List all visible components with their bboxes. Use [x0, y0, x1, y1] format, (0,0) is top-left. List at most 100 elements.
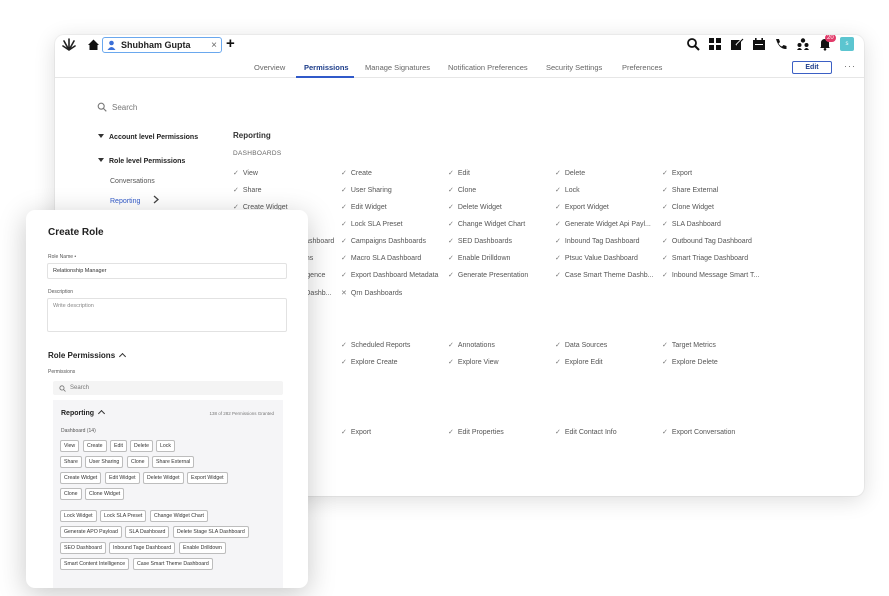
avatar[interactable]: s — [840, 37, 854, 51]
search-icon[interactable] — [686, 37, 700, 51]
permission-chip[interactable]: Clone — [60, 488, 82, 500]
permission-item[interactable]: ✓ Share — [233, 186, 262, 194]
sidebar-account-level[interactable]: Account level Permissions — [98, 134, 198, 141]
permission-item[interactable]: ✓ Inbound Message Smart T... — [662, 271, 759, 279]
permission-item[interactable]: ✓ View — [233, 169, 258, 177]
tab-permissions[interactable]: Permissions — [304, 63, 349, 72]
permission-chip[interactable]: Edit Widget — [105, 472, 140, 484]
permission-item[interactable]: ✓ Scheduled Reports — [341, 341, 410, 349]
permission-chip[interactable]: Enable Drilldown — [179, 542, 226, 554]
team-icon[interactable] — [796, 37, 810, 51]
permission-item[interactable]: ✓ Annotations — [448, 341, 495, 349]
permission-item[interactable]: ✓ Change Widget Chart — [448, 220, 525, 228]
permission-item[interactable]: ✓ Create — [341, 169, 372, 177]
permission-chip[interactable]: Generate APO Payload — [60, 526, 122, 538]
sidebar-item-reporting[interactable]: Reporting — [110, 195, 160, 205]
permission-item[interactable]: ✓Case Smart Theme Dashb... — [555, 271, 653, 279]
permission-item[interactable]: ✓ Edit Properties — [448, 428, 504, 436]
permission-item[interactable]: ✓ Delete Widget — [448, 203, 502, 211]
permission-chip[interactable]: Delete Widget — [143, 472, 184, 484]
permission-item[interactable]: ✓ Enable Drilldown — [448, 254, 510, 262]
permission-chip[interactable]: Export Widget — [187, 472, 228, 484]
permission-chip[interactable]: Delete Stage SLA Dashboard — [173, 526, 249, 538]
sidebar-role-level[interactable]: Role level Permissions — [98, 158, 185, 165]
permission-chip[interactable]: View — [60, 440, 80, 452]
permission-item[interactable]: ✓ Campaigns Dashboards — [341, 237, 426, 245]
permission-chip[interactable]: SEO Dashboard — [60, 542, 106, 554]
compose-icon[interactable] — [730, 37, 744, 51]
tab-notification-preferences[interactable]: Notification Preferences — [448, 63, 528, 72]
permission-chip[interactable]: Inbound Tage Dashboard — [109, 542, 176, 554]
permission-item[interactable]: ✓ Delete — [555, 169, 585, 177]
permission-chip[interactable]: Change Widget Chart — [150, 510, 208, 522]
permission-chip[interactable]: Case Smart Theme Dashboard — [133, 558, 213, 570]
permission-item[interactable]: ✓ Clone Widget — [662, 203, 714, 211]
phone-icon[interactable] — [774, 37, 788, 51]
grid-icon[interactable] — [708, 37, 722, 51]
permission-item[interactable]: ✓ Export Widget — [555, 203, 609, 211]
permission-chip[interactable]: Lock Widget — [60, 510, 97, 522]
permission-item[interactable]: ✓ SED Dashboards — [448, 237, 512, 245]
more-options-icon[interactable]: ··· — [844, 61, 856, 71]
record-tab[interactable]: Shubham Gupta × — [102, 37, 222, 53]
tab-preferences[interactable]: Preferences — [622, 63, 662, 72]
home-icon[interactable] — [87, 38, 100, 51]
permission-chip[interactable]: Clone Widget — [85, 488, 125, 500]
permission-item[interactable]: ✓ Edit Widget — [341, 203, 387, 211]
role-permissions-toggle[interactable]: Role Permissions — [48, 351, 127, 361]
permission-chip[interactable]: Delete — [130, 440, 153, 452]
permission-chip[interactable]: Share — [60, 456, 82, 468]
sidebar-item-conversations[interactable]: Conversations — [110, 178, 155, 185]
permission-item[interactable]: ✓ User Sharing — [341, 186, 392, 194]
permission-item[interactable]: ✓ Explore Create — [341, 358, 398, 366]
permission-item[interactable]: ✓ Lock — [555, 186, 580, 194]
permission-item[interactable]: ✓ Outbound Tag Dashboard — [662, 237, 752, 245]
permission-item[interactable]: ✓ Inbound Tag Dashboard — [555, 237, 639, 245]
permission-item[interactable]: ✓ Generate Widget Api Payl... — [555, 220, 651, 228]
permission-item[interactable]: ✓ Edit — [448, 169, 470, 177]
permissions-search-input[interactable]: Search — [53, 381, 283, 395]
calendar-icon[interactable] — [752, 37, 766, 51]
permission-item[interactable]: ✓ Clone — [448, 186, 476, 194]
add-tab-button[interactable]: + — [226, 36, 235, 52]
permission-item[interactable]: ✓ Ptsuc Value Dashboard — [555, 254, 638, 262]
sprinklr-logo[interactable] — [62, 38, 76, 51]
permission-item[interactable]: ✓ Export Dashboard Metadata — [341, 271, 438, 279]
permission-item[interactable]: ✓ Export Conversation — [662, 428, 735, 436]
permission-chip[interactable]: Lock SLA Preset — [100, 510, 147, 522]
permission-item[interactable]: ✓ Share External — [662, 186, 718, 194]
permission-item[interactable]: ✓ Explore Edit — [555, 358, 603, 366]
permission-chip[interactable]: SLA Dashboard — [125, 526, 170, 538]
permission-item[interactable]: ✓ Explore Delete — [662, 358, 718, 366]
notifications[interactable]: 20 — [818, 35, 836, 51]
permission-item[interactable]: ✓ Data Sources — [555, 341, 607, 349]
permission-chip[interactable]: User Sharing — [85, 456, 124, 468]
permission-chip[interactable]: Edit — [110, 440, 127, 452]
tab-overview[interactable]: Overview — [254, 63, 285, 72]
reporting-toggle[interactable]: Reporting — [61, 409, 106, 418]
tab-security-settings[interactable]: Security Settings — [546, 63, 602, 72]
permission-item[interactable]: ✓ SLA Dashboard — [662, 220, 721, 228]
description-field[interactable]: Write description — [47, 298, 287, 332]
close-icon[interactable]: × — [211, 40, 217, 51]
permission-chip[interactable]: Lock — [156, 440, 175, 452]
permission-chip[interactable]: Create — [83, 440, 107, 452]
role-name-field[interactable]: Relationship Manager — [47, 263, 287, 279]
permission-item[interactable]: ✓ Macro SLA Dashboard — [341, 254, 421, 262]
permission-item[interactable]: ✓ Export — [662, 169, 692, 177]
permission-item[interactable]: ✕ Qrn Dashboards — [341, 289, 402, 297]
permission-item[interactable]: ✓ Edit Contact Info — [555, 428, 617, 436]
edit-button[interactable]: Edit — [792, 61, 832, 74]
permission-chip[interactable]: Smart Content Intelligence — [60, 558, 130, 570]
permission-chip[interactable]: Clone — [127, 456, 149, 468]
permission-item[interactable]: ✓ Generate Presentation — [448, 271, 528, 279]
permission-item[interactable]: ✓ Smart Triage Dashboard — [662, 254, 748, 262]
permission-item[interactable]: ✓ Lock SLA Preset — [341, 220, 403, 228]
permission-chip[interactable]: Share External — [152, 456, 195, 468]
permission-chip[interactable]: Create Widget — [60, 472, 102, 484]
sidebar-search[interactable]: Search — [97, 102, 137, 112]
permission-item[interactable]: ✓Explore View — [448, 358, 499, 366]
permission-item[interactable]: ✓ Export — [341, 428, 371, 436]
tab-manage-signatures[interactable]: Manage Signatures — [365, 63, 430, 72]
permission-item[interactable]: ✓ Target Metrics — [662, 341, 716, 349]
